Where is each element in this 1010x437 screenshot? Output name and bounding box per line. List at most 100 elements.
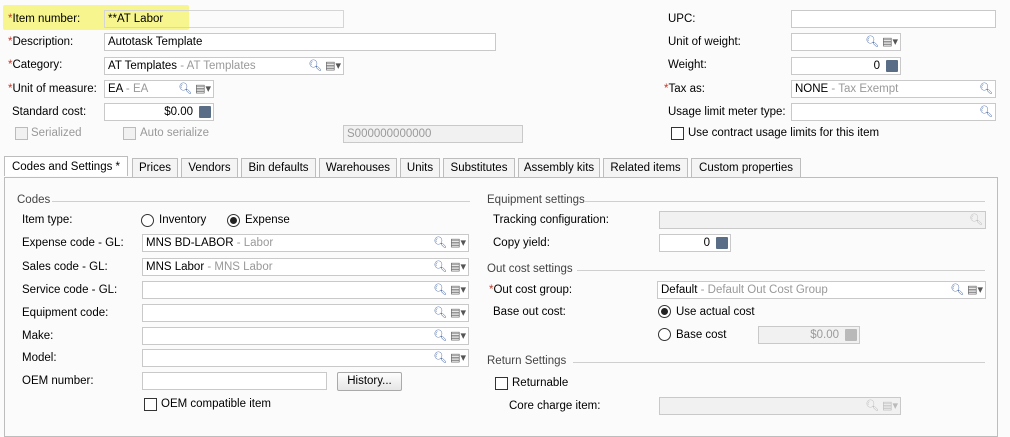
category-field[interactable]: AT Templates - AT Templates 🔍︎ ▤▾ xyxy=(104,57,344,75)
tab-vendors[interactable]: Vendors xyxy=(181,158,238,177)
calculator-icon[interactable] xyxy=(886,60,898,72)
lookup-dropdown-icon[interactable]: ▤▾ xyxy=(882,399,898,413)
search-icon[interactable]: 🔍︎ xyxy=(178,82,192,96)
uom-label: *Unit of measure: xyxy=(8,83,97,95)
weight-field[interactable]: 0 xyxy=(791,57,901,75)
outcost-group-label: *Out cost group: xyxy=(489,284,573,296)
search-icon[interactable]: 🔍︎ xyxy=(865,399,879,413)
serialized-checkbox[interactable] xyxy=(15,127,28,140)
calculator-icon[interactable] xyxy=(199,106,211,118)
codes-separator xyxy=(52,201,470,202)
lookup-dropdown-icon[interactable]: ▤▾ xyxy=(450,260,466,274)
returnable-label: Returnable xyxy=(512,377,569,389)
use-actual-cost-label: Use actual cost xyxy=(676,306,755,318)
oem-number-label: OEM number: xyxy=(22,375,94,387)
uom-field[interactable]: EA - EA 🔍︎ ▤▾ xyxy=(104,80,214,98)
lookup-dropdown-icon[interactable]: ▤▾ xyxy=(450,236,466,250)
search-icon[interactable]: 🔍︎ xyxy=(969,213,983,227)
tab-custom-properties[interactable]: Custom properties xyxy=(691,158,801,177)
service-code-field[interactable]: 🔍︎ ▤▾ xyxy=(142,281,469,299)
core-charge-field[interactable]: 🔍︎ ▤▾ xyxy=(659,397,901,415)
lookup-dropdown-icon[interactable]: ▤▾ xyxy=(450,351,466,365)
search-icon[interactable]: 🔍︎ xyxy=(979,82,993,96)
search-icon[interactable]: 🔍︎ xyxy=(433,260,447,274)
tab-assembly-kits[interactable]: Assembly kits xyxy=(518,158,600,177)
search-icon[interactable]: 🔍︎ xyxy=(979,105,993,119)
tab-bin-defaults[interactable]: Bin defaults xyxy=(241,158,316,177)
upc-field[interactable] xyxy=(791,10,996,28)
search-icon[interactable]: 🔍︎ xyxy=(950,283,964,297)
lookup-dropdown-icon[interactable]: ▤▾ xyxy=(450,283,466,297)
lookup-dropdown-icon[interactable]: ▤▾ xyxy=(450,306,466,320)
returnable-checkbox[interactable] xyxy=(495,377,508,390)
tab-warehouses[interactable]: Warehouses xyxy=(319,158,397,177)
make-label: Make: xyxy=(22,330,54,342)
lookup-dropdown-icon[interactable]: ▤▾ xyxy=(325,59,341,73)
serial-template-field[interactable]: S000000000000 xyxy=(343,125,523,143)
sales-code-field[interactable]: MNS Labor - MNS Labor 🔍︎ ▤▾ xyxy=(142,258,469,276)
copy-yield-field[interactable]: 0 xyxy=(659,234,731,252)
expense-code-field[interactable]: MNS BD-LABOR - Labor 🔍︎ ▤▾ xyxy=(142,234,469,252)
tracking-configuration-field[interactable]: 🔍︎ xyxy=(659,211,986,229)
calculator-icon[interactable] xyxy=(716,237,728,249)
make-field[interactable]: 🔍︎ ▤▾ xyxy=(142,327,469,345)
base-out-cost-label: Base out cost: xyxy=(493,306,566,318)
tab-codes-and-settings[interactable]: Codes and Settings * xyxy=(4,156,128,176)
search-icon[interactable]: 🔍︎ xyxy=(433,283,447,297)
standard-cost-field[interactable]: $0.00 xyxy=(104,103,214,121)
lookup-dropdown-icon[interactable]: ▤▾ xyxy=(450,329,466,343)
base-cost-field[interactable]: $0.00 xyxy=(758,326,860,344)
auto-serialize-label: Auto serialize xyxy=(140,127,210,139)
oem-number-field[interactable] xyxy=(142,372,327,390)
expense-radio[interactable] xyxy=(227,214,240,227)
weight-label: Weight: xyxy=(668,59,707,71)
usage-limit-field[interactable]: 🔍︎ xyxy=(791,103,996,121)
tax-as-field[interactable]: NONE - Tax Exempt 🔍︎ xyxy=(791,80,996,98)
item-number-label: *Item number: xyxy=(8,13,81,25)
tab-substitutes[interactable]: Substitutes xyxy=(443,158,515,177)
equipment-code-field[interactable]: 🔍︎ ▤▾ xyxy=(142,304,469,322)
auto-serialize-checkbox[interactable] xyxy=(123,127,136,140)
oem-compatible-checkbox[interactable] xyxy=(144,398,157,411)
returns-section-title: Return Settings xyxy=(487,355,567,367)
tab-related-items[interactable]: Related items xyxy=(603,158,688,177)
use-actual-cost-radio[interactable] xyxy=(658,305,671,318)
contract-usage-checkbox[interactable] xyxy=(671,127,684,140)
search-icon[interactable]: 🔍︎ xyxy=(433,236,447,250)
tab-prices[interactable]: Prices xyxy=(132,158,178,177)
search-icon[interactable]: 🔍︎ xyxy=(433,306,447,320)
item-number-field[interactable]: **AT Labor xyxy=(104,10,344,28)
standard-cost-label: Standard cost: xyxy=(12,106,87,118)
tab-units[interactable]: Units xyxy=(400,158,440,177)
sales-code-label: Sales code - GL: xyxy=(22,261,108,273)
outcost-separator xyxy=(577,270,985,271)
category-label: *Category: xyxy=(8,59,63,71)
unit-of-weight-field[interactable]: 🔍︎ ▤▾ xyxy=(791,33,901,51)
expense-label: Expense xyxy=(245,214,290,226)
calculator-icon[interactable] xyxy=(845,329,857,341)
contract-usage-label: Use contract usage limits for this item xyxy=(688,127,880,139)
search-icon[interactable]: 🔍︎ xyxy=(433,329,447,343)
returns-separator xyxy=(573,362,985,363)
codes-section-title: Codes xyxy=(17,194,51,206)
oem-compatible-label: OEM compatible item xyxy=(161,398,271,410)
lookup-dropdown-icon[interactable]: ▤▾ xyxy=(882,35,898,49)
outcost-section-title: Out cost settings xyxy=(487,263,573,275)
usage-limit-label: Usage limit meter type: xyxy=(668,106,786,118)
model-field[interactable]: 🔍︎ ▤▾ xyxy=(142,349,469,367)
search-icon[interactable]: 🔍︎ xyxy=(865,35,879,49)
model-label: Model: xyxy=(22,352,57,364)
equipment-section-title: Equipment settings xyxy=(487,194,585,206)
history-button[interactable]: History... xyxy=(337,372,402,391)
lookup-dropdown-icon[interactable]: ▤▾ xyxy=(967,283,983,297)
description-field[interactable]: Autotask Template xyxy=(104,33,496,51)
lookup-dropdown-icon[interactable]: ▤▾ xyxy=(195,82,211,96)
inventory-label: Inventory xyxy=(159,214,207,226)
item-type-label: Item type: xyxy=(22,214,73,226)
service-code-label: Service code - GL: xyxy=(22,284,118,296)
outcost-group-field[interactable]: Default - Default Out Cost Group 🔍︎ ▤▾ xyxy=(657,281,986,299)
inventory-radio[interactable] xyxy=(141,214,154,227)
search-icon[interactable]: 🔍︎ xyxy=(433,351,447,365)
base-cost-radio[interactable] xyxy=(658,328,671,341)
search-icon[interactable]: 🔍︎ xyxy=(308,59,322,73)
